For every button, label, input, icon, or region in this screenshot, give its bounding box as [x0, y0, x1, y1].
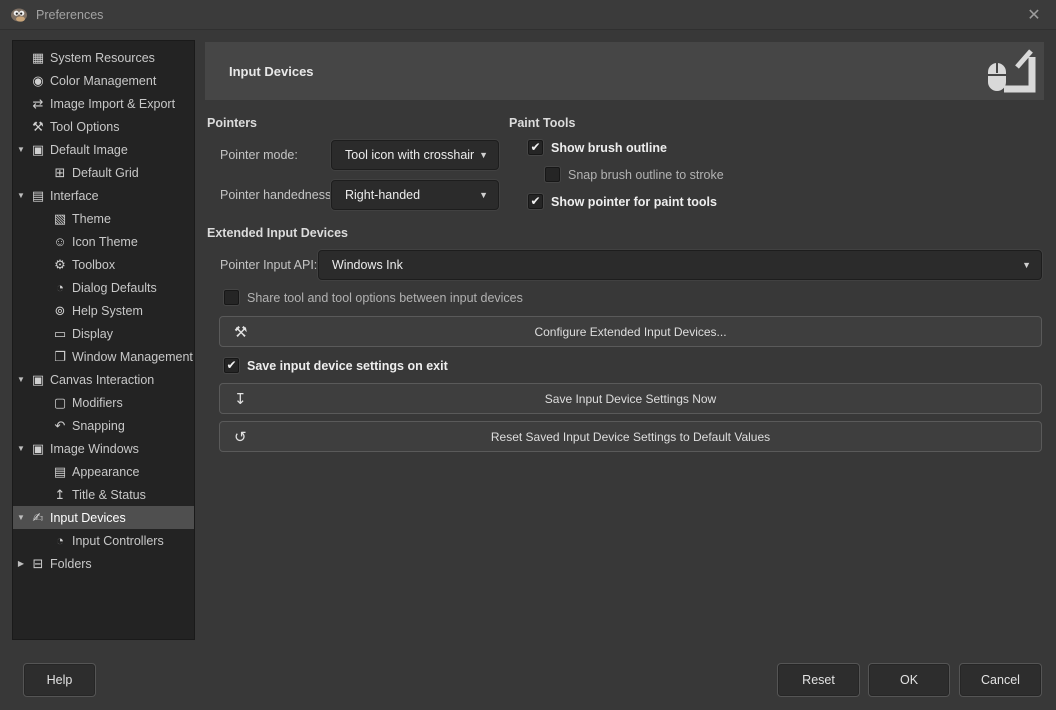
sidebar-item-interface[interactable]: ▼ ▤ Interface [13, 184, 194, 207]
sidebar-item-title-status[interactable]: ↥ Title & Status [13, 483, 194, 506]
pointer-mode-label: Pointer mode: [220, 148, 298, 162]
modifiers-icon: ▢ [51, 395, 69, 411]
ok-button[interactable]: OK [868, 663, 950, 697]
help-button[interactable]: Help [23, 663, 96, 697]
checkbox-box: ✔ [528, 140, 543, 155]
folders-icon: ⊟ [29, 556, 47, 572]
sidebar-item-image-import-export[interactable]: ⇄ Image Import & Export [13, 92, 194, 115]
pointer-handedness-select[interactable]: Right-handed ▼ [331, 180, 499, 210]
appearance-icon: ▤ [51, 464, 69, 480]
sidebar-item-color-management[interactable]: ◉ Color Management [13, 69, 194, 92]
icon-theme-icon: ☺ [51, 234, 69, 249]
show-brush-outline-checkbox[interactable]: ✔ Show brush outline [528, 140, 667, 155]
system-resources-icon: ▦ [29, 50, 47, 66]
page-header: Input Devices [205, 42, 1044, 100]
sidebar-item-canvas-interaction[interactable]: ▼ ▣ Canvas Interaction [13, 368, 194, 391]
sidebar-item-modifiers[interactable]: ▢ Modifiers [13, 391, 194, 414]
expander-icon[interactable]: ▼ [13, 191, 29, 200]
chevron-down-icon: ▼ [479, 190, 488, 200]
theme-icon: ▧ [51, 211, 69, 227]
expander-icon[interactable]: ▼ [13, 444, 29, 453]
default-image-icon: ▣ [29, 142, 47, 158]
save-settings-on-exit-checkbox[interactable]: ✔ Save input device settings on exit [224, 358, 448, 373]
expander-icon[interactable]: ▶ [13, 559, 29, 568]
paint-tools-section-title: Paint Tools [509, 116, 575, 130]
sidebar-item-input-devices[interactable]: ▼ ✍ Input Devices [13, 506, 194, 529]
check-icon: ✔ [530, 140, 540, 155]
grid-icon: ⊞ [51, 165, 69, 181]
display-icon: ▭ [51, 326, 69, 342]
checkbox-box: ✔ [224, 358, 239, 373]
input-devices-icon [984, 47, 1036, 95]
sidebar-item-help-system[interactable]: ⊚ Help System [13, 299, 194, 322]
pointer-input-api-select[interactable]: Windows Ink ▼ [318, 250, 1042, 280]
sidebar-item-folders[interactable]: ▶ ⊟ Folders [13, 552, 194, 575]
pointer-mode-select[interactable]: Tool icon with crosshair ▼ [331, 140, 499, 170]
sidebar-item-toolbox[interactable]: ⚙ Toolbox [13, 253, 194, 276]
pointer-handedness-label: Pointer handedness: [220, 188, 335, 202]
extended-section-title: Extended Input Devices [207, 226, 348, 240]
check-icon: ✔ [530, 194, 540, 209]
snap-brush-outline-checkbox[interactable]: ✔ Snap brush outline to stroke [545, 167, 724, 182]
pointer-input-api-label: Pointer Input API: [220, 258, 317, 272]
checkbox-box: ✔ [545, 167, 560, 182]
snapping-icon: ↶ [51, 418, 69, 434]
close-icon[interactable]: ✕ [1012, 0, 1056, 30]
reset-icon: ↺ [234, 428, 247, 446]
checkbox-box: ✔ [224, 290, 239, 305]
canvas-interaction-icon: ▣ [29, 372, 47, 388]
tool-options-icon: ⚒ [29, 119, 47, 135]
dialog-defaults-icon: ◔ [51, 280, 69, 295]
pointers-section-title: Pointers [207, 116, 257, 130]
page-title: Input Devices [229, 64, 314, 79]
sidebar-item-snapping[interactable]: ↶ Snapping [13, 414, 194, 437]
sidebar-item-default-grid[interactable]: ⊞ Default Grid [13, 161, 194, 184]
chevron-down-icon: ▼ [1022, 260, 1031, 270]
interface-icon: ▤ [29, 188, 47, 204]
titlebar: Preferences ✕ [0, 0, 1056, 30]
checkbox-box: ✔ [528, 194, 543, 209]
share-tool-options-checkbox[interactable]: ✔ Share tool and tool options between in… [224, 290, 523, 305]
sidebar-item-window-management[interactable]: ❐ Window Management [13, 345, 194, 368]
sidebar-item-icon-theme[interactable]: ☺ Icon Theme [13, 230, 194, 253]
help-system-icon: ⊚ [51, 303, 69, 319]
image-windows-icon: ▣ [29, 441, 47, 457]
sidebar-item-image-windows[interactable]: ▼ ▣ Image Windows [13, 437, 194, 460]
expander-icon[interactable]: ▼ [13, 513, 29, 522]
sidebar-item-input-controllers[interactable]: ◔ Input Controllers [13, 529, 194, 552]
expander-icon[interactable]: ▼ [13, 145, 29, 154]
show-pointer-paint-tools-checkbox[interactable]: ✔ Show pointer for paint tools [528, 194, 717, 209]
input-devices-page: Pointers Pointer mode: Tool icon with cr… [205, 100, 1044, 560]
configure-tools-icon: ⚒ [234, 323, 247, 341]
sidebar-item-theme[interactable]: ▧ Theme [13, 207, 194, 230]
color-management-icon: ◉ [29, 73, 47, 89]
sidebar-item-tool-options[interactable]: ⚒ Tool Options [13, 115, 194, 138]
expander-icon[interactable]: ▼ [13, 375, 29, 384]
gimp-wilber-icon [10, 7, 28, 23]
configure-extended-input-devices-button[interactable]: ⚒ Configure Extended Input Devices... [219, 316, 1042, 347]
sidebar-item-dialog-defaults[interactable]: ◔ Dialog Defaults [13, 276, 194, 299]
save-icon: ↧ [234, 390, 247, 408]
chevron-down-icon: ▼ [479, 150, 488, 160]
cancel-button[interactable]: Cancel [959, 663, 1042, 697]
preferences-tree: ▦ System Resources ◉ Color Management ⇄ … [12, 40, 195, 640]
sidebar-item-appearance[interactable]: ▤ Appearance [13, 460, 194, 483]
window-title: Preferences [36, 8, 103, 22]
reset-saved-settings-button[interactable]: ↺ Reset Saved Input Device Settings to D… [219, 421, 1042, 452]
window-management-icon: ❐ [51, 349, 69, 365]
title-status-icon: ↥ [51, 487, 69, 503]
check-icon: ✔ [226, 358, 236, 373]
toolbox-icon: ⚙ [51, 257, 69, 273]
import-export-icon: ⇄ [29, 96, 47, 112]
input-devices-icon: ✍ [29, 510, 47, 526]
sidebar-item-default-image[interactable]: ▼ ▣ Default Image [13, 138, 194, 161]
input-controllers-icon: ◔ [51, 533, 69, 548]
sidebar-item-display[interactable]: ▭ Display [13, 322, 194, 345]
reset-button[interactable]: Reset [777, 663, 860, 697]
sidebar-item-system-resources[interactable]: ▦ System Resources [13, 46, 194, 69]
preferences-dialog: Preferences ✕ ▦ System Resources ◉ Color… [0, 0, 1056, 710]
save-input-device-settings-now-button[interactable]: ↧ Save Input Device Settings Now [219, 383, 1042, 414]
